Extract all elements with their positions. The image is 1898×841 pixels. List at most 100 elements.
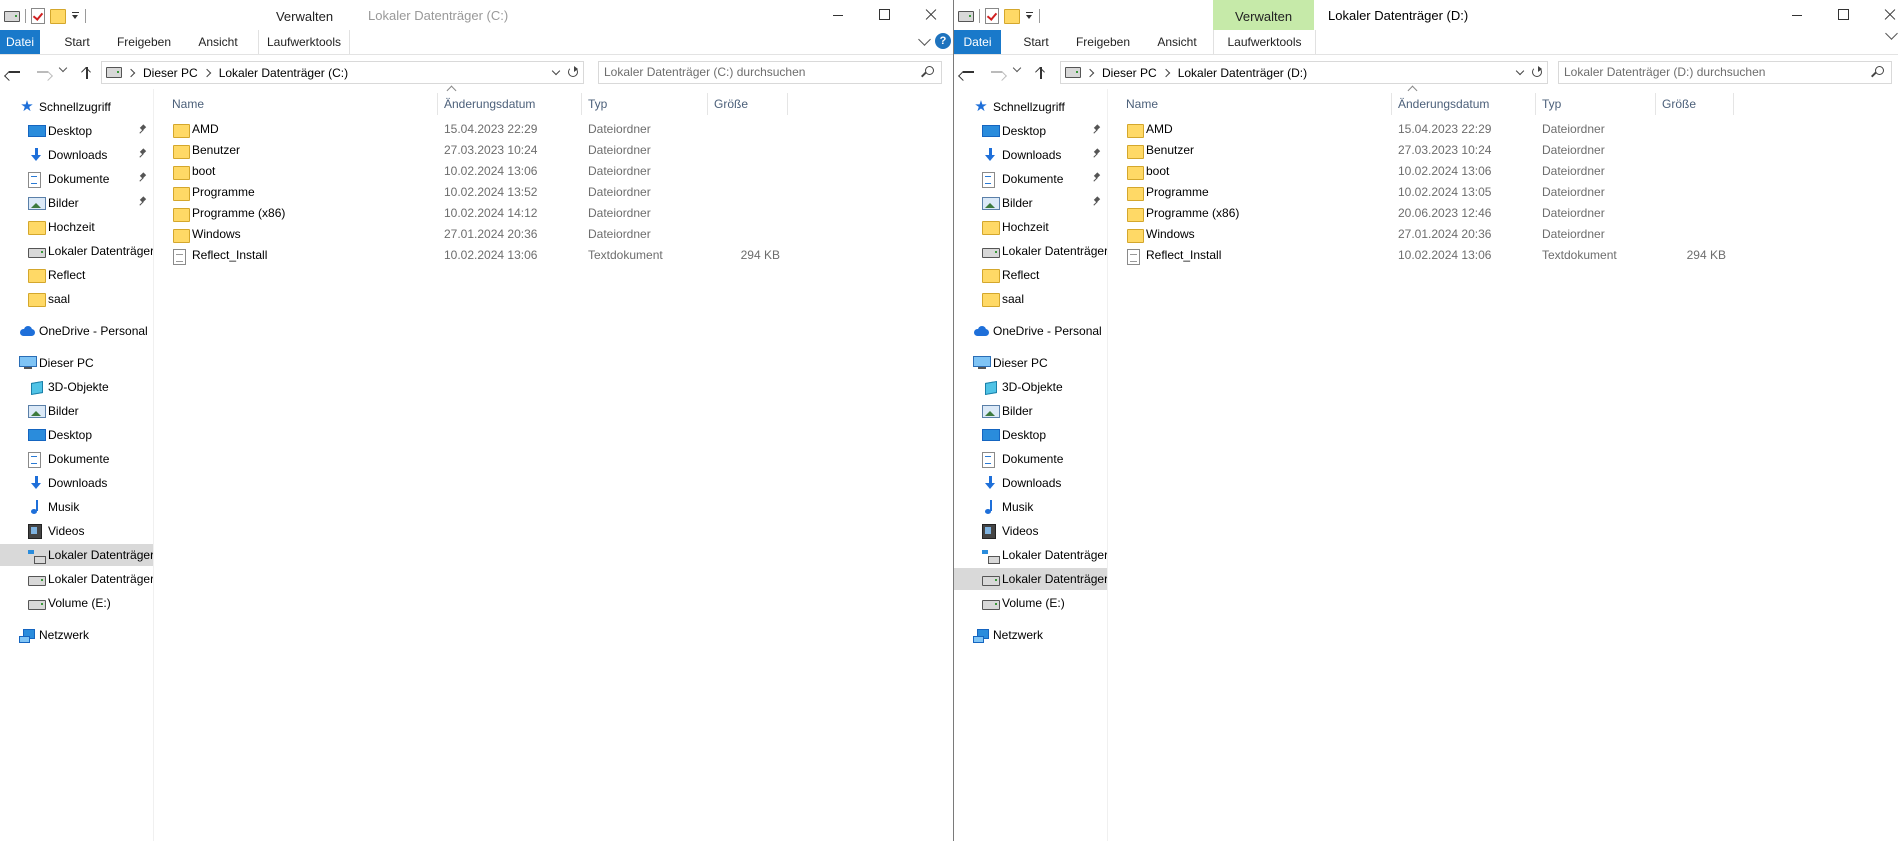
column-header-name[interactable]: Name <box>166 93 438 115</box>
tab-freigeben[interactable]: Freigeben <box>1069 30 1137 54</box>
search-icon[interactable] <box>921 65 935 79</box>
search-input[interactable] <box>602 63 918 80</box>
breadcrumb-dieser-pc[interactable]: Dieser PC <box>143 66 198 80</box>
table-row[interactable]: AMD 15.04.2023 22:29 Dateiordner <box>1108 119 1708 140</box>
new-folder-icon[interactable] <box>50 8 66 24</box>
help-icon[interactable]: ? <box>935 33 951 49</box>
up-arrow-icon[interactable] <box>79 64 95 80</box>
table-row[interactable]: Benutzer 27.03.2023 10:24 Dateiordner <box>1108 140 1708 161</box>
table-row[interactable]: Programme (x86) 20.06.2023 12:46 Dateior… <box>1108 203 1708 224</box>
table-row[interactable]: Windows 27.01.2024 20:36 Dateiordner <box>1108 224 1708 245</box>
close-button[interactable] <box>1866 0 1898 30</box>
sidebar-item-bilder[interactable]: Bilder <box>954 192 1107 214</box>
pin-icon[interactable] <box>1092 149 1102 159</box>
sidebar-item-schnellzugriff[interactable]: ★ Schnellzugriff <box>0 96 153 118</box>
minimize-button[interactable] <box>1774 0 1820 30</box>
sidebar-item-bilder[interactable]: Bilder <box>0 192 153 214</box>
path-field[interactable]: Dieser PC Lokaler Datenträger (D:) <box>1060 61 1548 84</box>
column-header-type[interactable]: Typ <box>1536 93 1656 115</box>
sidebar-item-reflect[interactable]: Reflect <box>954 264 1107 286</box>
sidebar-item-bilder[interactable]: Bilder <box>0 400 153 422</box>
table-row[interactable]: AMD 15.04.2023 22:29 Dateiordner <box>154 119 754 140</box>
sidebar-item-dokumente[interactable]: Dokumente <box>954 448 1107 470</box>
path-field[interactable]: Dieser PC Lokaler Datenträger (C:) <box>101 61 584 84</box>
breadcrumb-chevron-icon[interactable] <box>126 68 136 77</box>
tab-ansicht[interactable]: Ansicht <box>190 30 246 54</box>
tab-start[interactable]: Start <box>52 30 102 54</box>
sidebar-item-downloads[interactable]: Downloads <box>954 472 1107 494</box>
refresh-icon[interactable] <box>1530 65 1544 79</box>
pin-icon[interactable] <box>1092 173 1102 183</box>
sidebar-item-bilder[interactable]: Bilder <box>954 400 1107 422</box>
pin-icon[interactable] <box>138 149 148 159</box>
properties-icon[interactable] <box>985 8 999 24</box>
column-header-type[interactable]: Typ <box>582 93 708 115</box>
recent-locations-chevron-icon[interactable] <box>1012 63 1022 73</box>
sidebar-item-3d-objekte[interactable]: 3D-Objekte <box>954 376 1107 398</box>
sidebar-item-volume-e:[interactable]: Volume (E:) <box>954 592 1107 614</box>
tab-datei[interactable]: Datei <box>954 30 1001 54</box>
sidebar-item-onedrive[interactable]: OneDrive - Personal <box>0 320 153 342</box>
tab-verwalten[interactable]: Verwalten <box>1213 0 1314 30</box>
pin-icon[interactable] <box>1092 197 1102 207</box>
sidebar-item-desktop[interactable]: Desktop <box>0 120 153 142</box>
sidebar-item-saal[interactable]: saal <box>954 288 1107 310</box>
sidebar-item-lokaler-datenträger[interactable]: Lokaler Datenträger <box>0 568 153 590</box>
sidebar-item-musik[interactable]: Musik <box>0 496 153 518</box>
sidebar-item-dokumente[interactable]: Dokumente <box>0 168 153 190</box>
sidebar-item-desktop[interactable]: Desktop <box>954 120 1107 142</box>
sidebar-item-lokaler-datenträger[interactable]: Lokaler Datenträger <box>954 568 1107 590</box>
customize-toolbar-icon[interactable] <box>1025 11 1034 21</box>
table-row[interactable]: Programme 10.02.2024 13:05 Dateiordner <box>1108 182 1708 203</box>
table-row[interactable]: boot 10.02.2024 13:06 Dateiordner <box>154 161 754 182</box>
sidebar-item-reflect[interactable]: Reflect <box>0 264 153 286</box>
tab-start[interactable]: Start <box>1011 30 1061 54</box>
sidebar-item-hochzeit[interactable]: Hochzeit <box>0 216 153 238</box>
sidebar-item-dieser-pc[interactable]: Dieser PC <box>954 352 1107 374</box>
close-button[interactable] <box>907 0 953 30</box>
column-header-date[interactable]: Änderungsdatum <box>438 93 582 115</box>
maximize-button[interactable] <box>861 0 907 30</box>
sidebar-item-videos[interactable]: Videos <box>954 520 1107 542</box>
breadcrumb-chevron-icon[interactable] <box>202 68 211 77</box>
sidebar-item-3d-objekte[interactable]: 3D-Objekte <box>0 376 153 398</box>
pin-icon[interactable] <box>138 197 148 207</box>
path-dropdown-icon[interactable] <box>551 66 561 76</box>
forward-arrow-icon[interactable] <box>989 64 1005 80</box>
sidebar-item-desktop[interactable]: Desktop <box>0 424 153 446</box>
expand-ribbon-icon[interactable] <box>918 32 931 46</box>
table-row[interactable]: Programme 10.02.2024 13:52 Dateiordner <box>154 182 754 203</box>
column-header-name[interactable]: Name <box>1120 93 1392 115</box>
tab-verwalten[interactable]: Verwalten <box>262 0 347 30</box>
pin-icon[interactable] <box>1092 125 1102 135</box>
tab-laufwerktools[interactable]: Laufwerktools <box>258 30 350 54</box>
tab-ansicht[interactable]: Ansicht <box>1149 30 1205 54</box>
back-arrow-icon[interactable] <box>6 64 22 80</box>
sidebar-item-saal[interactable]: saal <box>0 288 153 310</box>
sidebar-item-desktop[interactable]: Desktop <box>954 424 1107 446</box>
back-arrow-icon[interactable] <box>960 64 976 80</box>
tab-freigeben[interactable]: Freigeben <box>110 30 178 54</box>
forward-arrow-icon[interactable] <box>35 64 51 80</box>
sidebar-item-dokumente[interactable]: Dokumente <box>954 168 1107 190</box>
sidebar-item-netzwerk[interactable]: Netzwerk <box>954 624 1107 646</box>
sidebar-item-onedrive[interactable]: OneDrive - Personal <box>954 320 1107 342</box>
minimize-button[interactable] <box>815 0 861 30</box>
table-row[interactable]: Reflect_Install 10.02.2024 13:06 Textdok… <box>1108 245 1726 266</box>
sidebar-item-downloads[interactable]: Downloads <box>0 472 153 494</box>
column-header-date[interactable]: Änderungsdatum <box>1392 93 1536 115</box>
sidebar-item-netzwerk[interactable]: Netzwerk <box>0 624 153 646</box>
breadcrumb-chevron-icon[interactable] <box>1161 68 1170 77</box>
customize-toolbar-icon[interactable] <box>71 11 80 21</box>
pin-icon[interactable] <box>138 173 148 183</box>
tab-laufwerktools[interactable]: Laufwerktools <box>1213 30 1316 54</box>
breadcrumb-drive[interactable]: Lokaler Datenträger (C:) <box>219 66 348 80</box>
up-arrow-icon[interactable] <box>1033 64 1049 80</box>
breadcrumb-dieser-pc[interactable]: Dieser PC <box>1102 66 1157 80</box>
drive-icon[interactable] <box>958 10 974 22</box>
sidebar-item-videos[interactable]: Videos <box>0 520 153 542</box>
sidebar-item-schnellzugriff[interactable]: ★ Schnellzugriff <box>954 96 1107 118</box>
recent-locations-chevron-icon[interactable] <box>58 63 68 73</box>
sidebar-item-lokaler-datenträger[interactable]: Lokaler Datenträger <box>954 240 1107 262</box>
new-folder-icon[interactable] <box>1004 8 1020 24</box>
